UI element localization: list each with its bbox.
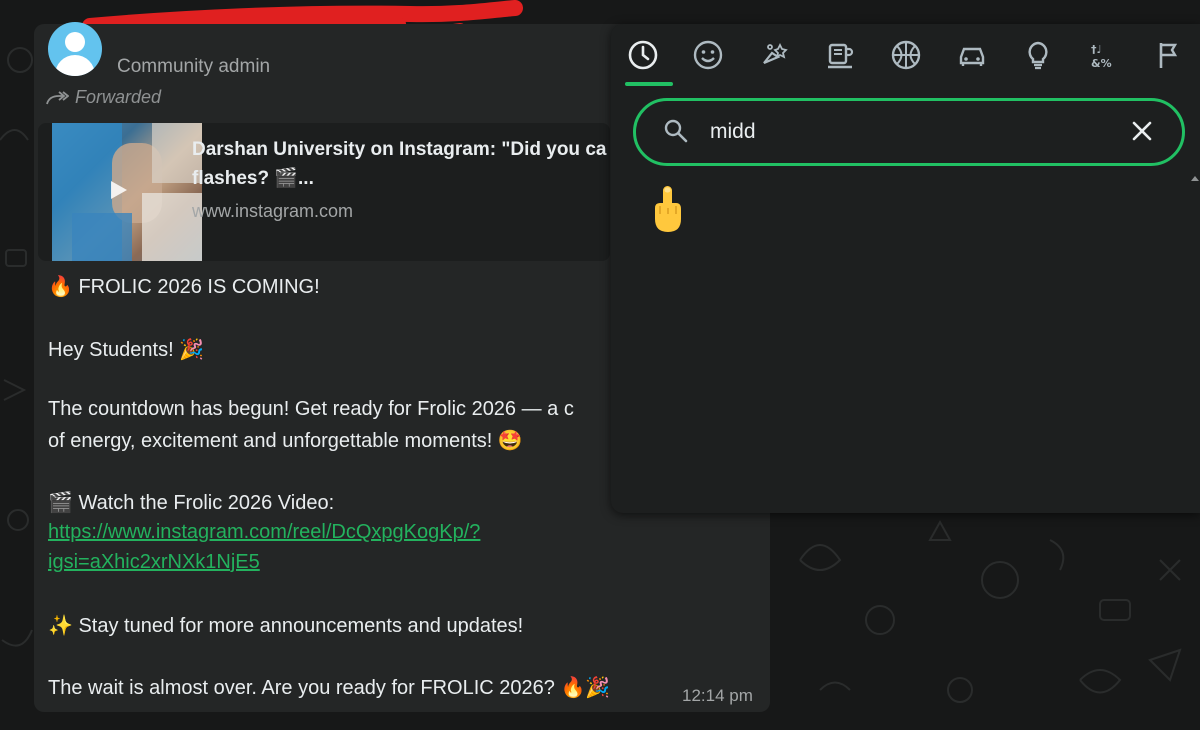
active-tab-indicator [625,82,673,86]
link-title-line-2: flashes? 🎬... [192,168,314,189]
message-timestamp: 12:14 pm [682,686,753,705]
smileys-icon[interactable] [692,39,724,71]
message-line-6: ✨ Stay tuned for more announcements and … [48,615,524,637]
recent-icon[interactable] [627,39,659,71]
message-line-1: 🔥 FROLIC 2026 IS COMING! [48,276,320,298]
emoji-picker: †♩ &% [611,24,1200,513]
svg-text:&%: &% [1091,57,1112,70]
play-icon [111,181,127,199]
message-line-4: of energy, excitement and unforgettable … [48,430,523,452]
emoji-search-input[interactable] [708,113,1112,151]
video-thumbnail[interactable] [52,123,202,261]
instagram-link-line-1[interactable]: https://www.instagram.com/reel/DcQxpgKog… [48,521,480,544]
avatar[interactable] [48,22,102,76]
link-preview-domain: www.instagram.com [192,201,354,221]
forward-icon [46,90,69,104]
flags-icon[interactable] [1154,39,1186,71]
link-preview-title[interactable]: Darshan University on Instagram: "Did yo… [192,135,610,193]
sender-role: Community admin [117,56,271,77]
travel-icon[interactable] [956,39,988,71]
close-icon[interactable] [1129,118,1155,144]
emoji-search-box[interactable] [633,98,1185,166]
instagram-link-line-2[interactable]: igsi=aXhic2xrNXk1NjE5 [48,551,260,574]
svg-text:†♩: †♩ [1091,43,1102,56]
forwarded-label: Forwarded [45,87,161,108]
message-line-5: 🎬 Watch the Frolic 2026 Video: [48,492,335,514]
message-line-2: Hey Students! 🎉 [48,339,205,361]
link-title-line-1: Darshan University on Instagram: "Did yo… [192,139,607,160]
animals-icon[interactable] [758,39,790,71]
food-icon[interactable] [824,39,856,71]
scrollbar-up-arrow[interactable] [1191,174,1199,182]
message-line-3: The countdown has begun! Get ready for F… [48,398,574,420]
search-icon [664,119,688,143]
forwarded-text: Forwarded [75,87,162,107]
emoji-category-tabs: †♩ &% [611,24,1200,88]
symbols-icon[interactable]: †♩ &% [1088,39,1120,71]
message-line-7: The wait is almost over. Are you ready f… [48,677,611,699]
middle-finger-emoji-result[interactable] [649,184,685,234]
objects-icon[interactable] [1022,39,1054,71]
activities-icon[interactable] [890,39,922,71]
